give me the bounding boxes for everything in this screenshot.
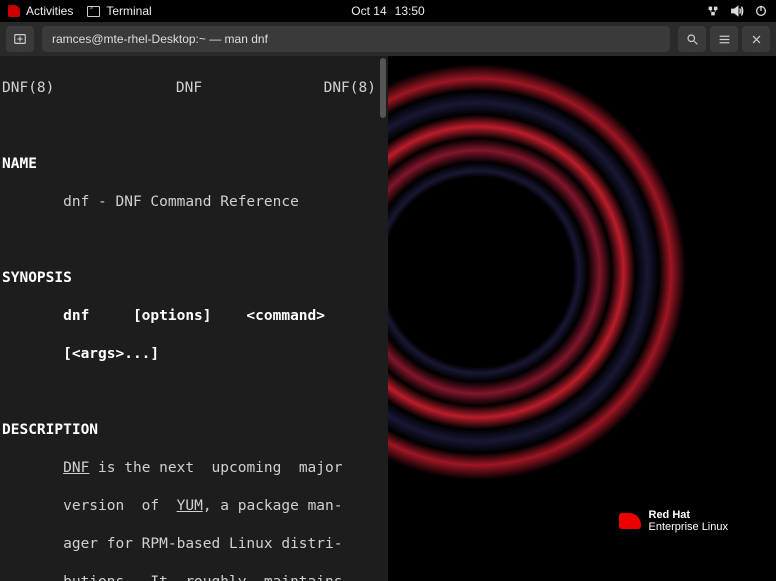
terminal-icon: [87, 6, 100, 17]
power-icon[interactable]: [754, 4, 768, 18]
desc-l2: ager for RPM-based Linux distri-: [2, 535, 376, 554]
dnf-link: DNF: [63, 460, 89, 476]
section-description: DESCRIPTION: [2, 421, 376, 440]
app-menu-label: Terminal: [106, 4, 151, 18]
blank: [2, 383, 376, 402]
desktop-wallpaper: Red Hat Enterprise Linux: [388, 22, 776, 581]
close-button[interactable]: [742, 26, 770, 52]
man-header-mid: DNF: [176, 79, 202, 98]
time-label: 13:50: [395, 4, 425, 18]
section-synopsis: SYNOPSIS: [2, 269, 376, 288]
name-line: dnf - DNF Command Reference: [2, 193, 376, 212]
new-tab-icon: [13, 32, 27, 46]
window-title-text: ramces@mte-rhel-Desktop:~ — man dnf: [52, 32, 268, 46]
activities-label: Activities: [26, 4, 73, 18]
volume-icon[interactable]: [730, 4, 744, 18]
desc-l3: butions. It roughly maintains: [2, 573, 376, 581]
search-icon: [686, 33, 699, 46]
scrollbar-thumb[interactable]: [380, 58, 386, 118]
app-menu-terminal[interactable]: Terminal: [87, 4, 151, 18]
desc-l0: DNF is the next upcoming major: [2, 459, 376, 478]
network-icon[interactable]: [706, 4, 720, 18]
new-tab-button[interactable]: [6, 26, 34, 52]
terminal-pane: DNF(8) DNF DNF(8) NAME dnf - DNF Command R…: [0, 56, 388, 581]
hamburger-icon: [718, 33, 731, 46]
man-header-right: DNF(8): [324, 79, 376, 98]
menu-button[interactable]: [710, 26, 738, 52]
redhat-icon: [619, 513, 641, 529]
brand-line1: Red Hat: [649, 509, 729, 521]
synopsis-line2: [<args>...]: [2, 345, 376, 364]
man-header: DNF(8) DNF DNF(8): [2, 79, 376, 98]
rhel-brand-logo: Red Hat Enterprise Linux: [619, 509, 729, 533]
rhel-brand-text: Red Hat Enterprise Linux: [649, 509, 729, 533]
terminal-titlebar: ramces@mte-rhel-Desktop:~ — man dnf: [0, 22, 776, 56]
redhat-icon: [8, 5, 20, 17]
terminal-output[interactable]: DNF(8) DNF DNF(8) NAME dnf - DNF Command R…: [0, 56, 378, 581]
activities-button[interactable]: Activities: [8, 4, 73, 18]
blank: [2, 117, 376, 136]
synopsis-line1: dnf [options] <command>: [2, 307, 376, 326]
clock[interactable]: Oct 14 13:50: [351, 4, 424, 18]
gnome-topbar: Activities Terminal Oct 14 13:50: [0, 0, 776, 22]
wallpaper-swirl: [388, 22, 735, 529]
section-name: NAME: [2, 155, 376, 174]
blank: [2, 231, 376, 250]
terminal-scrollbar[interactable]: [378, 56, 388, 581]
yum-link: YUM: [177, 498, 203, 514]
window-title: ramces@mte-rhel-Desktop:~ — man dnf: [42, 26, 670, 52]
desc-l1: version of YUM, a package man-: [2, 497, 376, 516]
brand-line2: Enterprise Linux: [649, 521, 729, 533]
close-icon: [751, 34, 762, 45]
man-header-left: DNF(8): [2, 79, 54, 98]
date-label: Oct 14: [351, 4, 386, 18]
search-button[interactable]: [678, 26, 706, 52]
